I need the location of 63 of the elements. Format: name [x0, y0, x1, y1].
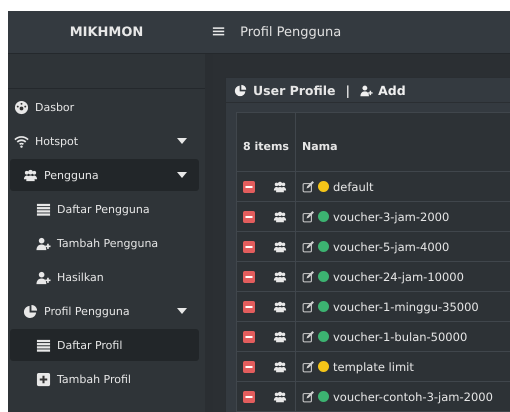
pie-chart-icon [234, 84, 247, 96]
add-user-icon [360, 84, 374, 96]
edit-icon[interactable] [302, 390, 314, 402]
users-icon[interactable] [272, 210, 287, 224]
add-user-icon [36, 236, 51, 250]
column-header: 8 items [236, 112, 296, 172]
delete-button[interactable] [243, 330, 255, 342]
sidebar-item[interactable]: Hasilkan [10, 261, 199, 293]
users-icon[interactable] [272, 270, 287, 284]
users-icon[interactable] [272, 360, 287, 374]
list-icon [36, 338, 51, 352]
edit-icon[interactable] [302, 330, 314, 342]
sidebar-item[interactable]: Dasbor [10, 91, 199, 123]
profile-name: default [332, 180, 374, 194]
delete-button[interactable] [243, 180, 255, 192]
edit-icon[interactable] [302, 300, 314, 312]
edit-icon[interactable] [302, 270, 314, 282]
users-icon [23, 168, 38, 182]
delete-button[interactable] [243, 210, 255, 222]
profile-name: voucher-1-minggu-35000 [332, 300, 479, 314]
list-icon [36, 202, 51, 216]
users-icon[interactable] [272, 390, 287, 404]
add-user-icon [36, 270, 51, 284]
panel-title: User Profile [253, 82, 336, 98]
users-icon[interactable] [272, 180, 287, 194]
edit-icon[interactable] [302, 240, 314, 252]
column-header: Nama [295, 112, 510, 172]
profile-name: template limit [332, 360, 414, 374]
profile-name: voucher-24-jam-10000 [332, 270, 464, 284]
brand-logo: MIKHMON [70, 24, 144, 40]
page-title: Profil Pengguna [240, 24, 342, 40]
profile-name: voucher-1-bulan-50000 [332, 330, 468, 344]
sidebar-item[interactable]: Daftar Profil [10, 329, 199, 361]
sidebar-item[interactable]: Daftar Pengguna [10, 193, 199, 225]
caret-icon [177, 308, 187, 314]
plus-icon [36, 372, 51, 386]
wifi-icon [14, 134, 29, 148]
edit-icon[interactable] [302, 360, 314, 372]
delete-button[interactable] [243, 300, 255, 312]
users-icon[interactable] [272, 240, 287, 254]
pie-chart-icon [23, 304, 38, 318]
users-icon[interactable] [272, 330, 287, 344]
sidebar-item[interactable]: Tambah Profil [10, 363, 199, 395]
delete-button[interactable] [243, 390, 255, 402]
edit-icon[interactable] [302, 180, 314, 192]
users-icon[interactable] [272, 300, 287, 314]
sidebar-item[interactable]: Tambah Pengguna [10, 227, 199, 259]
delete-button[interactable] [243, 360, 255, 372]
profile-name: voucher-3-jam-2000 [332, 210, 450, 224]
edit-icon[interactable] [302, 210, 314, 222]
sidebar-item[interactable]: Hotspot [10, 125, 199, 157]
sidebar-item[interactable]: Pengguna [10, 159, 199, 191]
sidebar-item[interactable]: Profil Pengguna [10, 295, 199, 327]
gauge-icon [14, 100, 29, 114]
profile-name: voucher-contoh-3-jam-2000 [332, 390, 493, 404]
add-link[interactable]: Add [360, 82, 406, 98]
caret-icon [177, 138, 187, 144]
delete-button[interactable] [243, 270, 255, 282]
caret-icon [177, 172, 187, 178]
delete-button[interactable] [243, 240, 255, 252]
separator: | [346, 82, 350, 98]
profile-name: voucher-5-jam-4000 [332, 240, 450, 254]
menu-button[interactable]: ≡ [205, 23, 232, 41]
